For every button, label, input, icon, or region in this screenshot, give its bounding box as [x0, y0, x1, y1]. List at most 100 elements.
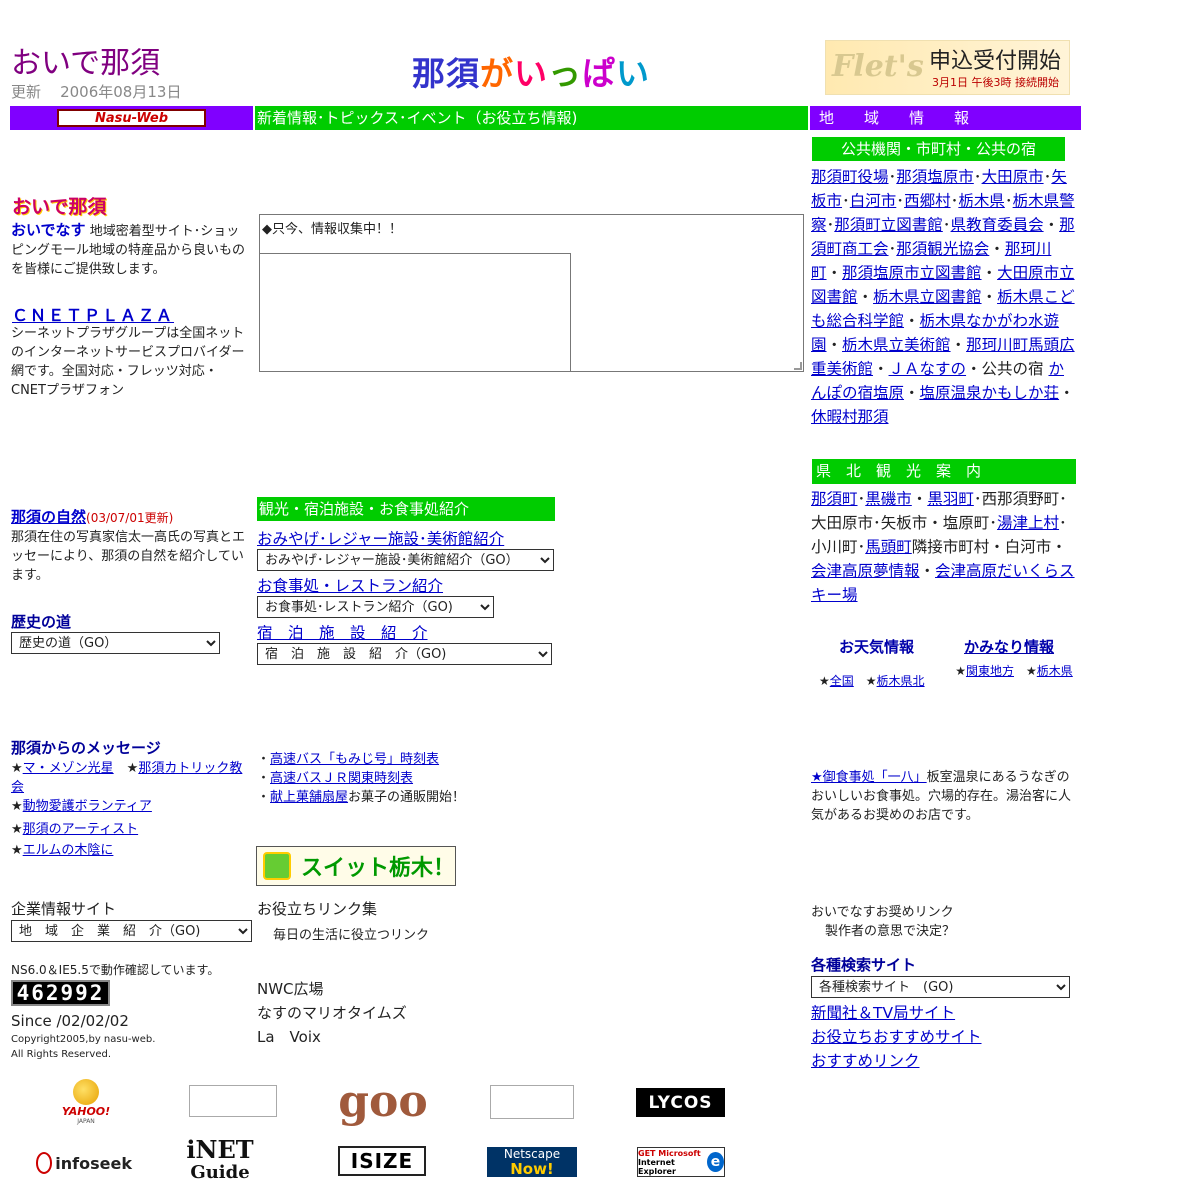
weather-link-1[interactable]: 全国: [830, 674, 854, 688]
isize-logo[interactable]: ISIZE: [338, 1146, 426, 1176]
kenpoku-separator: 隣接市町村・白河市・: [911, 538, 1067, 556]
oide-title[interactable]: おいでなす: [11, 221, 86, 239]
nature-updated: (03/07/01更新): [86, 511, 174, 525]
thunder-link-1[interactable]: 関東地方: [966, 664, 1014, 678]
ie-logo-texts: GET Microsoft Internet Explorer: [638, 1149, 704, 1176]
yahoo-swirl-icon: [73, 1079, 99, 1105]
search-select[interactable]: 各種検索サイト (GO): [811, 976, 1070, 998]
kenpoku-link[interactable]: 黒磯市: [865, 490, 912, 508]
msg-link-3[interactable]: 動物愛護ボランティア: [23, 799, 152, 814]
history-title: 歴史の道: [11, 613, 72, 631]
public-link[interactable]: 那須観光協会: [896, 240, 989, 258]
news-inner-box: [259, 253, 571, 372]
public-link[interactable]: 那須町立図書館: [834, 216, 943, 234]
mario-link[interactable]: なすのマリオタイムズ: [257, 1002, 407, 1023]
ie-get-text: GET Microsoft: [638, 1148, 701, 1158]
flets-banner[interactable]: Flet's 申込受付開始 3月1日 午後3時 接続開始: [825, 40, 1070, 95]
public-link[interactable]: ＪＡなすの: [889, 360, 967, 378]
sweets-link[interactable]: 献上菓舗扇屋: [270, 790, 348, 805]
history-select[interactable]: 歴史の道（GO）: [11, 632, 220, 654]
infoseek-logo[interactable]: infoseek: [36, 1148, 132, 1178]
restaurant-link[interactable]: ★御食事処「一八」: [811, 770, 927, 785]
nature-section: 那須の自然(03/07/01更新): [11, 506, 251, 527]
dining-select[interactable]: お食事処･レストラン紹介（GO): [257, 596, 494, 618]
useful-sites-link[interactable]: お役立ちおすすめサイト: [811, 1025, 982, 1047]
public-link[interactable]: 休暇村那須: [811, 408, 889, 426]
center-logo-char: っ: [548, 54, 582, 93]
kenpoku-link[interactable]: 黒羽町: [927, 490, 974, 508]
public-link[interactable]: 那須塩原市: [896, 168, 974, 186]
bus-link-2[interactable]: 高速バスＪＲ関東時刻表: [270, 771, 413, 786]
weather-link-2[interactable]: 栃木県北: [877, 674, 925, 688]
public-link[interactable]: 県教育委員会: [951, 216, 1044, 234]
nature-title[interactable]: 那須の自然: [11, 508, 86, 526]
news-notice: ◆只今、情報収集中！！: [262, 222, 402, 237]
weather-title[interactable]: お天気情報: [839, 636, 914, 657]
public-link[interactable]: 大田原市: [982, 168, 1044, 186]
public-link[interactable]: 塩原温泉かもしか荘: [920, 384, 1060, 402]
public-link[interactable]: 栃木県: [958, 192, 1005, 210]
company-select[interactable]: 地 域 企 業 紹 介（GO): [11, 920, 252, 942]
souvenir-select[interactable]: おみやげ･レジャー施設･美術館紹介（GO）: [257, 549, 554, 571]
public-link[interactable]: 西郷村: [904, 192, 951, 210]
public-link[interactable]: 白河市: [850, 192, 897, 210]
public-link[interactable]: 那須塩原市立図書館: [842, 264, 982, 282]
public-separator: ･: [896, 192, 905, 210]
restaurant-section: ★御食事処「一八」板室温泉にあるうなぎのおいしいお食事処。穴場的存在。湯治客に人…: [811, 768, 1076, 825]
kenpoku-link[interactable]: 湯津上村: [997, 514, 1059, 532]
center-logo-char: 須: [446, 54, 480, 93]
msg-link-1[interactable]: マ・メゾン光星: [23, 761, 114, 776]
kenpoku-link[interactable]: 会津高原夢情報: [811, 562, 920, 580]
thunder-title[interactable]: かみなり情報: [964, 636, 1054, 657]
broken-image-2[interactable]: [490, 1085, 574, 1119]
suit-banner-text: スイット栃木！: [301, 856, 456, 881]
netscape-logo-sub: Now!: [510, 1159, 554, 1178]
public-separator: ･: [973, 168, 982, 186]
infoseek-i-icon: [36, 1152, 53, 1174]
msg-link-4[interactable]: 那須のアーティスト: [23, 822, 138, 837]
dining-link[interactable]: お食事処・レストラン紹介: [257, 574, 443, 596]
news-textarea[interactable]: ◆只今、情報収集中！！: [259, 214, 804, 372]
inet-guide-logo[interactable]: iNET Guide: [176, 1132, 264, 1187]
updated-label: 更新: [11, 83, 42, 101]
kenpoku-link[interactable]: 那須町: [811, 490, 858, 508]
msg-link-5[interactable]: エルムの木陰に: [23, 843, 114, 858]
voix-link[interactable]: La Voix: [257, 1026, 321, 1047]
lycos-logo[interactable]: LYCOS: [636, 1088, 725, 1117]
recommend-2: 製作者の意思で決定？: [825, 924, 956, 939]
center-logo-char: ぱ: [582, 54, 616, 93]
public-link[interactable]: 那須町役場: [811, 168, 889, 186]
public-header-bar: 公共機関・市町村・公共の宿: [812, 137, 1065, 161]
nasu-web-logo[interactable]: Nasu-Web: [57, 109, 206, 127]
update-info: 更新 2006年08月13日: [11, 81, 181, 102]
counter-value: 462992: [16, 981, 105, 1005]
news-header-bar: 新着情報･トピックス･イベント（お役立ち情報): [255, 106, 808, 130]
netscape-logo[interactable]: Netscape Now!: [487, 1147, 577, 1177]
resize-handle-icon[interactable]: [794, 362, 802, 370]
cnet-title[interactable]: ＣＮＥＴＰＬＡＺＡ: [12, 302, 174, 326]
oide-section: おいでなす 地域密着型サイト･ショッピングモール地域の特産品から良いものを皆様に…: [11, 221, 251, 279]
kenpoku-separator: ・: [919, 562, 936, 580]
goo-logo[interactable]: goo: [338, 1076, 428, 1127]
public-separator: ・: [826, 336, 843, 354]
since-text: Since /02/02/02: [11, 1012, 129, 1030]
suit-tochigi-banner[interactable]: スイット栃木！: [256, 846, 456, 886]
kenpoku-separator: ・: [911, 490, 928, 508]
broken-image-1[interactable]: [189, 1085, 277, 1117]
thunder-link-2[interactable]: 栃木県: [1037, 664, 1073, 678]
recommend-link[interactable]: おすすめリンク: [811, 1049, 920, 1071]
center-logo-char: い: [616, 54, 650, 93]
kenpoku-link[interactable]: 馬頭町: [865, 538, 912, 556]
region-header-bar: 地 域 情 報: [810, 106, 1081, 130]
news-tv-link[interactable]: 新聞社＆TV局サイト: [811, 1001, 955, 1023]
nwc-link[interactable]: NWC広場: [257, 978, 324, 999]
public-link[interactable]: 栃木県立美術館: [842, 336, 951, 354]
lodging-link[interactable]: 宿 泊 施 設 紹 介: [257, 621, 428, 643]
public-link[interactable]: 栃木県立図書館: [873, 288, 982, 306]
souvenir-link[interactable]: おみやげ･レジャー施設･美術館紹介: [257, 527, 504, 549]
ie-logo[interactable]: GET Microsoft Internet Explorer e: [637, 1147, 725, 1177]
kenpoku-links: 那須町･黒磯市・黒羽町･西那須野町･大田原市･矢板市・塩原町･湯津上村･小川町･…: [811, 487, 1077, 607]
bus-link-1[interactable]: 高速バス「もみじ号」時刻表: [270, 752, 439, 767]
yahoo-logo[interactable]: YAHOO! JAPAN: [58, 1076, 114, 1128]
lodging-select[interactable]: 宿 泊 施 設 紹 介（GO): [257, 643, 552, 665]
